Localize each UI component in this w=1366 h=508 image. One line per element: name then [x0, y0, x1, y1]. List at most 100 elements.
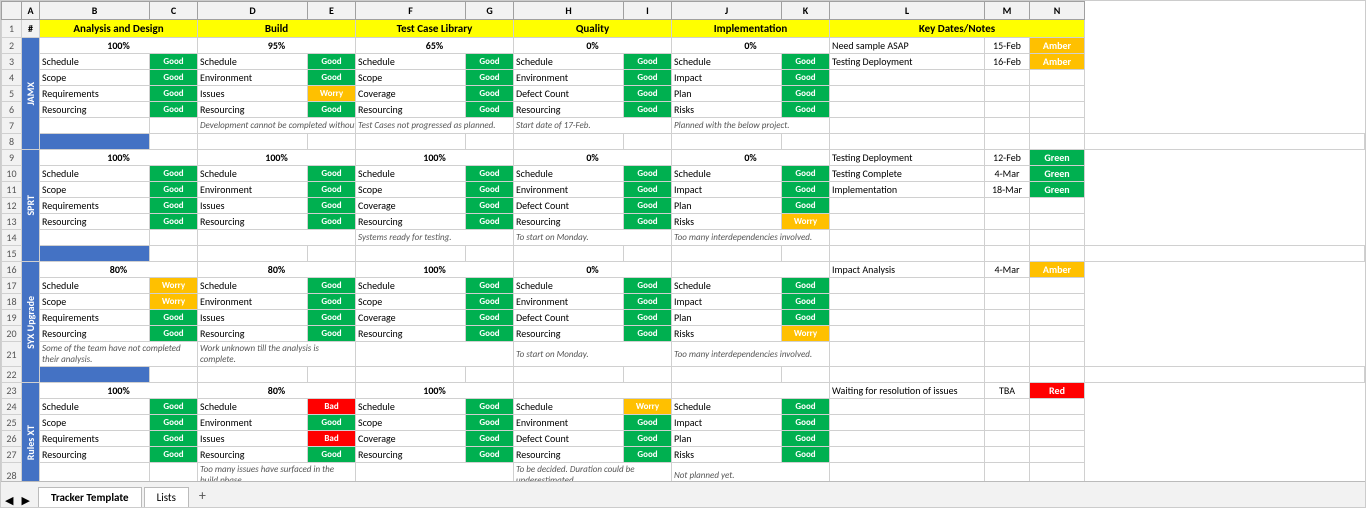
- syx-test-label-1: Schedule: [356, 278, 466, 294]
- syx-impl-note: Too many interdependencies involved.: [672, 342, 830, 367]
- syx-test-pct: 100%: [356, 262, 514, 278]
- syx-quality-status-3: Good: [624, 310, 672, 326]
- sprt-test-status-4: Good: [466, 214, 514, 230]
- rownum-27: 27: [2, 447, 22, 463]
- syx-build-label-1: Schedule: [198, 278, 308, 294]
- rules-note1: Waiting for resolution of issues: [830, 383, 985, 399]
- rownum-14: 14: [2, 230, 22, 246]
- rules-test-note: [356, 463, 514, 482]
- jamx-impl-pct: 0%: [672, 38, 830, 54]
- rownum-18: 18: [2, 294, 22, 310]
- rules-empty-l27: [830, 447, 985, 463]
- add-sheet-button[interactable]: +: [191, 484, 214, 507]
- sprt-analysis-label-1: Schedule: [40, 166, 150, 182]
- col-a-header: A: [22, 2, 40, 20]
- sprt-analysis-pct: 100%: [40, 150, 198, 166]
- col-f-header: F: [356, 2, 466, 20]
- rownum-17: 17: [2, 278, 22, 294]
- jamx-empty-n6: [1030, 102, 1085, 118]
- sprt-empty-n14: [1030, 230, 1085, 246]
- row-15-spacer: 15: [2, 246, 1365, 262]
- sprt-analysis-status-2: Good: [150, 182, 198, 198]
- rules-quality-label-3: Defect Count: [514, 431, 624, 447]
- sprt-test-label-1: Schedule: [356, 166, 466, 182]
- rules-empty-n25: [1030, 415, 1085, 431]
- sprt-build-label-1: Schedule: [198, 166, 308, 182]
- rules-analysis-empty: [40, 463, 150, 482]
- rules-build-status-3: Bad: [308, 431, 356, 447]
- jamx-quality-note: Start date of 17-Feb.: [514, 118, 672, 134]
- tab-bar: ◀ ▶ Tracker Template Lists +: [1, 481, 1365, 507]
- rules-analysis-label-3: Requirements: [40, 431, 150, 447]
- rules-impl-note: Not planned yet.: [672, 463, 830, 482]
- row-19-syx-3: 19 Requirements Good Issues Good Coverag…: [2, 310, 1365, 326]
- syx-analysis-status-2: Worry: [150, 294, 198, 310]
- rownum-11: 11: [2, 182, 22, 198]
- rules-test-label-4: Resourcing: [356, 447, 466, 463]
- jamx-impl-status-3: Good: [782, 86, 830, 102]
- sprt-empty-l14: [830, 230, 985, 246]
- jamx-quality-status-4: Good: [624, 102, 672, 118]
- sprt-quality-note: To start on Monday.: [514, 230, 672, 246]
- spacer-c15: [198, 246, 308, 262]
- syx-quality-status-4: Good: [624, 326, 672, 342]
- jamx-quality-label-1: Schedule: [514, 54, 624, 70]
- syx-empty-m19: [985, 310, 1030, 326]
- sprt-analysis-label-4: Resourcing: [40, 214, 150, 230]
- syx-test-label-3: Coverage: [356, 310, 466, 326]
- tab-lists[interactable]: Lists: [144, 487, 189, 507]
- spacer-e22: [356, 367, 466, 383]
- spreadsheet: A B C D E F G H I J K L M N: [0, 0, 1366, 508]
- tab-tracker-template[interactable]: Tracker Template: [38, 487, 142, 507]
- spacer-e15: [356, 246, 466, 262]
- jamx-label-cell: JAMX: [22, 38, 40, 150]
- sprt-impl-status-2: Good: [782, 182, 830, 198]
- rules-empty-l25: [830, 415, 985, 431]
- rownum-26: 26: [2, 431, 22, 447]
- syx-impl-status-1: Good: [782, 278, 830, 294]
- jamx-test-status-1: Good: [466, 54, 514, 70]
- jamx-analysis-empty: [40, 118, 150, 134]
- sprt-analysis-empty2: [150, 230, 198, 246]
- rownum-16: 16: [2, 262, 22, 278]
- jamx-impl-label-2: Impact: [672, 70, 782, 86]
- jamx-test-note: Test Cases not progressed as planned.: [356, 118, 514, 134]
- scroll-right[interactable]: ▶: [21, 494, 29, 507]
- spacer-f8: [466, 134, 514, 150]
- sprt-impl-label-1: Schedule: [672, 166, 782, 182]
- jamx-build-status-4: Good: [308, 102, 356, 118]
- sprt-impl-pct: 0%: [672, 150, 830, 166]
- rules-build-label-2: Environment: [198, 415, 308, 431]
- row-18-syx-2: 18 Scope Worry Environment Good Scope Go…: [2, 294, 1365, 310]
- jamx-build-note: Development cannot be completed without …: [198, 118, 356, 134]
- sprt-build-label-2: Environment: [198, 182, 308, 198]
- sprt-note2: Testing Complete: [830, 166, 985, 182]
- sprt-quality-status-2: Good: [624, 182, 672, 198]
- syx-empty-l17: [830, 278, 985, 294]
- sprt-empty-m14: [985, 230, 1030, 246]
- rownum-20: 20: [2, 326, 22, 342]
- syx-impl-status-3: Good: [782, 310, 830, 326]
- jamx-test-label-4: Resourcing: [356, 102, 466, 118]
- rules-empty-m24: [985, 399, 1030, 415]
- spacer-k8: [830, 134, 985, 150]
- rules-quality-status-2: Good: [624, 415, 672, 431]
- jamx-date1: 15-Feb: [985, 38, 1030, 54]
- rules-test-label-1: Schedule: [356, 399, 466, 415]
- sprt-impl-label-3: Plan: [672, 198, 782, 214]
- sprt-test-note: Systems ready for testing.: [356, 230, 514, 246]
- rules-empty-m28: [985, 463, 1030, 482]
- jamx-impl-status-1: Good: [782, 54, 830, 70]
- rules-status1: Red: [1030, 383, 1085, 399]
- rownum-12: 12: [2, 198, 22, 214]
- jamx-empty-n7: [1030, 118, 1085, 134]
- scroll-left[interactable]: ◀: [5, 494, 13, 507]
- sprt-build-status-3: Good: [308, 198, 356, 214]
- spacer-c8: [198, 134, 308, 150]
- rules-test-status-1: Good: [466, 399, 514, 415]
- syx-label: SYX Upgrade: [24, 296, 37, 349]
- syx-build-label-3: Issues: [198, 310, 308, 326]
- syx-impl-label-1: Schedule: [672, 278, 782, 294]
- syx-empty-n18: [1030, 294, 1085, 310]
- sprt-empty-m12: [985, 198, 1030, 214]
